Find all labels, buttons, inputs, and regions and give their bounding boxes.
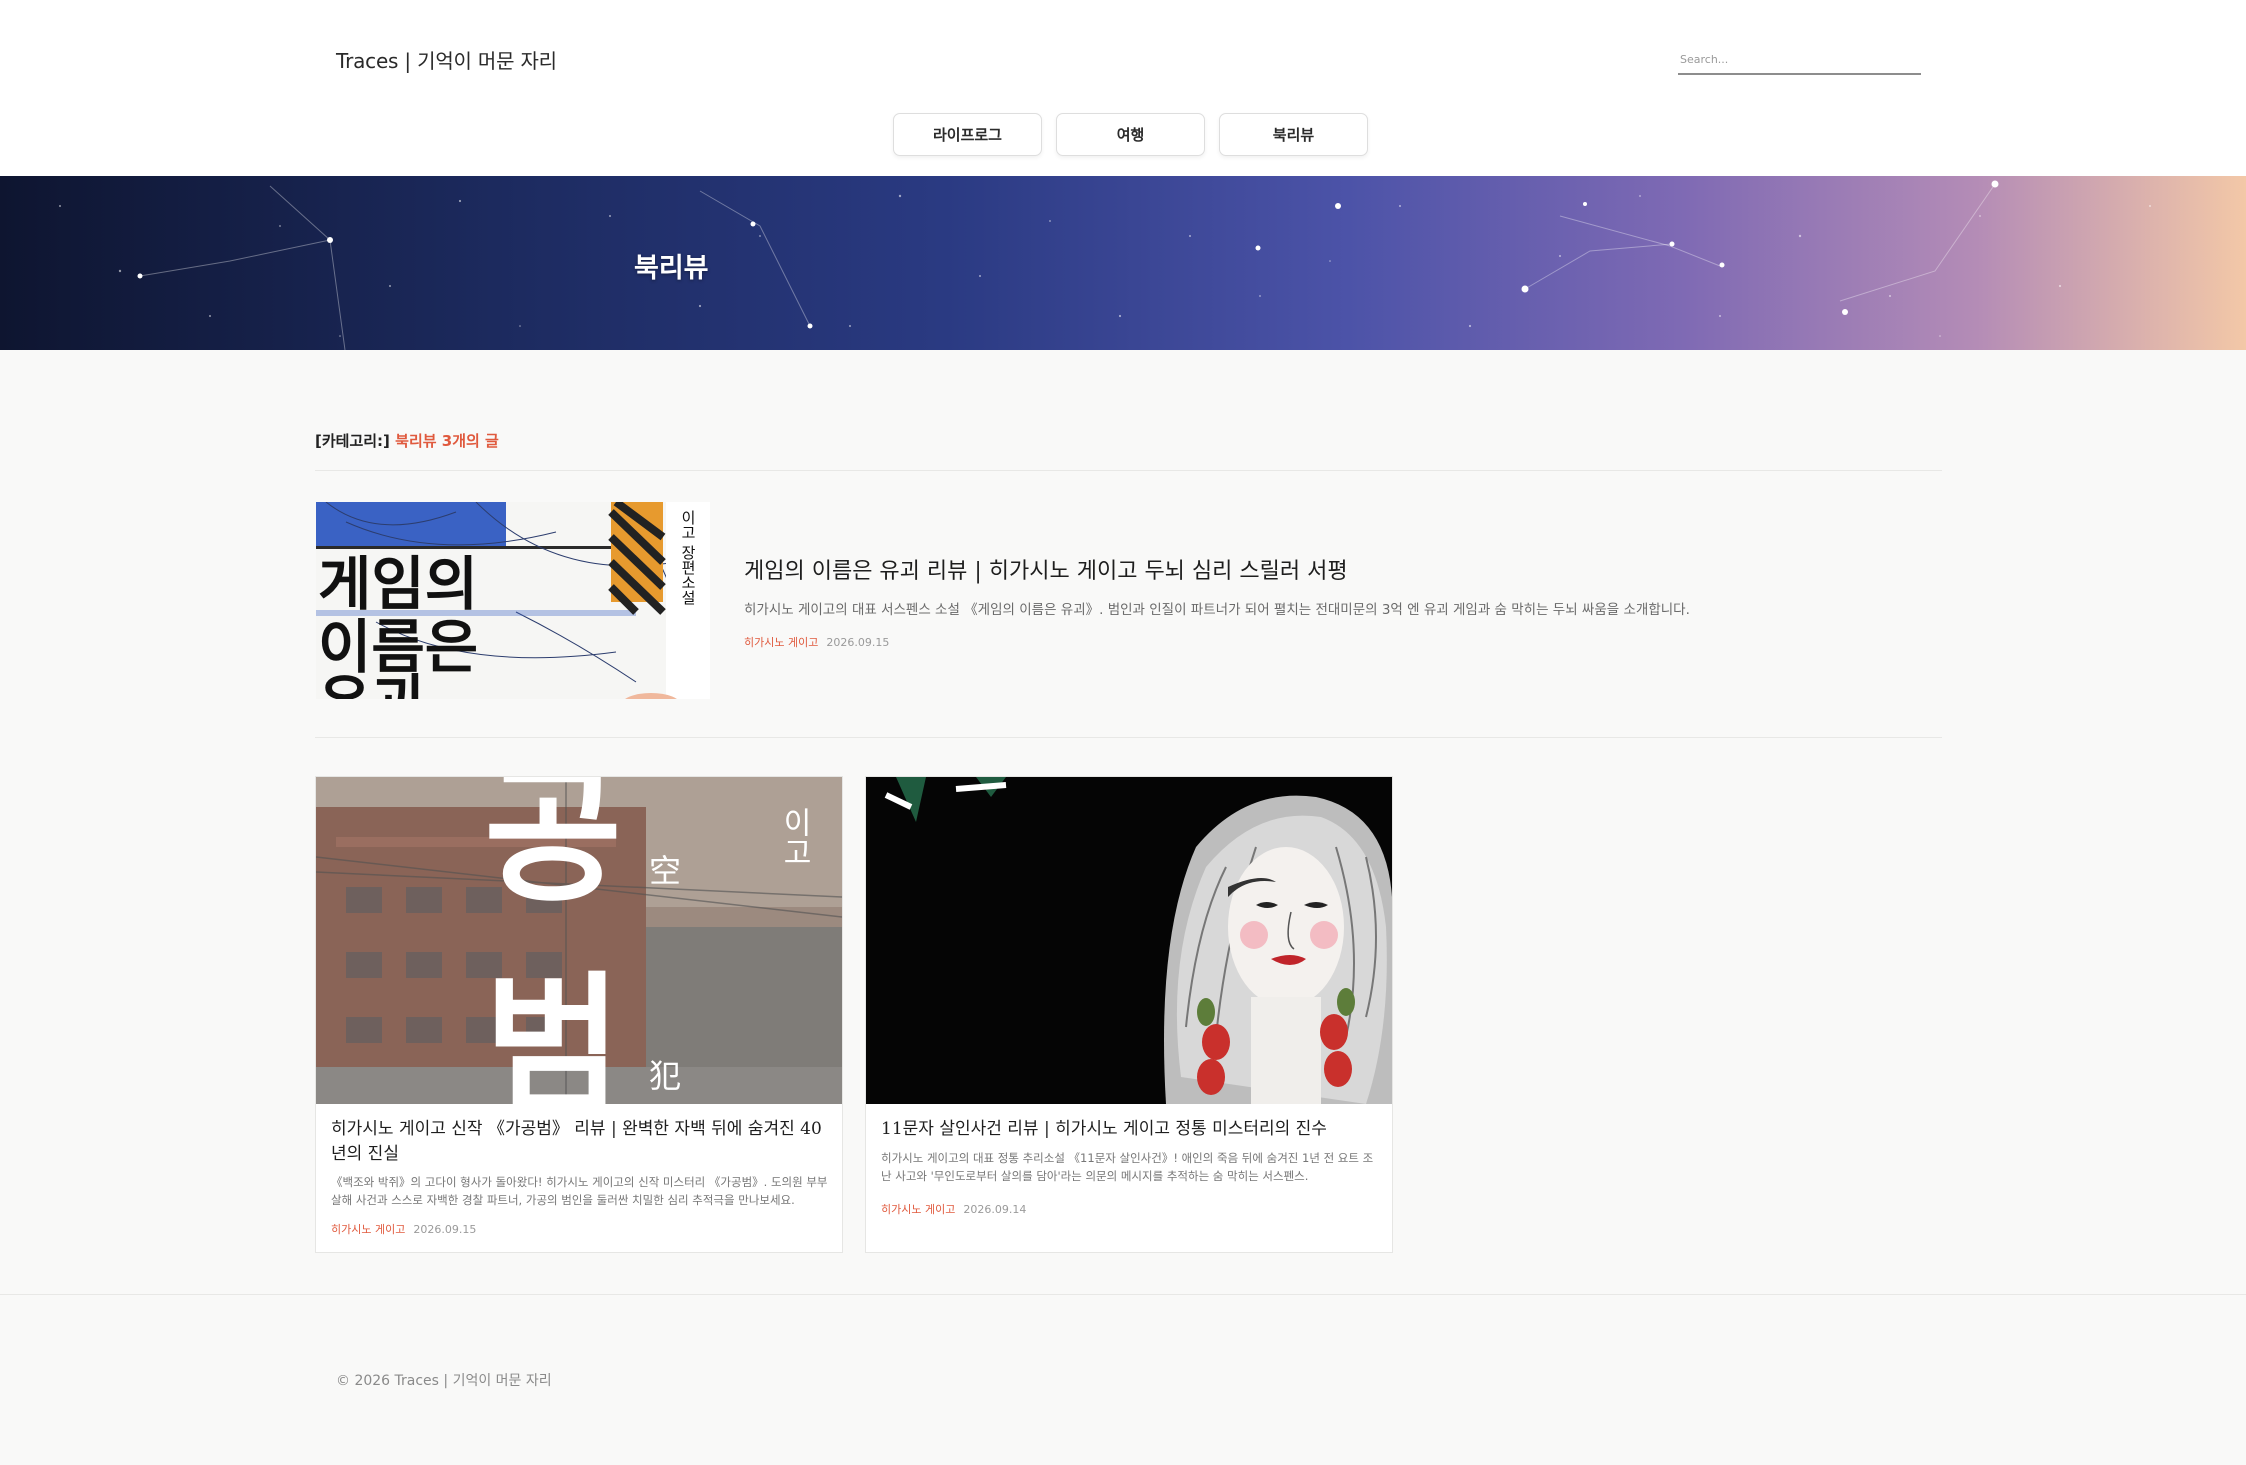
search-input[interactable] xyxy=(1678,46,1921,75)
book-cover-image: 공 범 空 犯 이고 xyxy=(316,777,842,1104)
post-excerpt: 히가시노 게이고의 대표 정통 추리소설 《11문자 살인사건》! 애인의 죽음… xyxy=(881,1151,1374,1183)
category-heading: [카테고리:] 북리뷰 3개의 글 xyxy=(315,430,499,451)
book-cover-image xyxy=(866,777,1392,1104)
divider xyxy=(315,737,1942,738)
post-date: 2026.09.15 xyxy=(826,636,890,649)
post-title[interactable]: 11문자 살인사건 리뷰 | 히가시노 게이고 정통 미스터리의 진수 xyxy=(881,1117,1381,1142)
post-excerpt: 《백조와 박쥐》의 고다이 형사가 돌아왔다! 히가시노 게이고의 신작 미스터… xyxy=(331,1175,828,1207)
post-card[interactable]: 11문자 살인사건 리뷰 | 히가시노 게이고 정통 미스터리의 진수 히가시노… xyxy=(865,776,1393,1253)
post-author[interactable]: 히가시노 게이고 xyxy=(881,1203,955,1216)
cover-big-char-1: 공 xyxy=(484,777,622,923)
footer-divider xyxy=(0,1294,2246,1295)
book-cover-image: 게임의 이름은 유괴 이고 장편소설 xyxy=(316,502,710,699)
nav-item-lifelog[interactable]: 라이프로그 xyxy=(893,113,1042,156)
post-author[interactable]: 히가시노 게이고 xyxy=(331,1223,405,1236)
post-date: 2026.09.14 xyxy=(963,1203,1027,1216)
category-banner: 북리뷰 xyxy=(0,176,2246,350)
post-meta: 히가시노 게이고 2026.09.15 xyxy=(744,634,889,650)
banner-title: 북리뷰 xyxy=(634,253,709,284)
post-excerpt: 히가시노 게이고의 대표 서스펜스 소설 《게임의 이름은 유괴》. 범인과 인… xyxy=(744,602,1690,618)
cover-small-char-2: 犯 xyxy=(649,1057,681,1095)
cover-vertical-text: 이고 장편소설 xyxy=(679,510,697,605)
site-title[interactable]: Traces | 기억이 머문 자리 xyxy=(336,45,557,74)
post-meta: 히가시노 게이고 2026.09.14 xyxy=(881,1201,1026,1217)
site-header: Traces | 기억이 머문 자리 라이프로그 여행 북리뷰 xyxy=(0,0,2246,176)
starfield-background xyxy=(59,180,2151,350)
post-title[interactable]: 게임의 이름은 유괴 리뷰 | 히가시노 게이고 두뇌 심리 스릴러 서평 xyxy=(744,553,1348,585)
post-thumbnail[interactable]: 공 범 空 犯 이고 xyxy=(316,777,842,1104)
nav-item-book-review[interactable]: 북리뷰 xyxy=(1219,113,1368,156)
post-card[interactable]: 공 범 空 犯 이고 히가시노 게이고 신작 《가공범》 리뷰 | 완벽한 자백… xyxy=(315,776,843,1253)
post-title[interactable]: 히가시노 게이고 신작 《가공범》 리뷰 | 완벽한 자백 뒤에 숨겨진 40년… xyxy=(331,1117,831,1167)
post-thumbnail[interactable] xyxy=(866,777,1392,1104)
post-thumbnail[interactable]: 게임의 이름은 유괴 이고 장편소설 xyxy=(316,502,710,699)
post-date: 2026.09.15 xyxy=(413,1223,477,1236)
cover-title-line3: 유괴 xyxy=(318,668,425,699)
divider xyxy=(315,470,1942,471)
cover-corner-text: 이고 xyxy=(777,807,812,867)
category-prefix: [카테고리:] xyxy=(315,432,390,450)
cover-title-line1: 게임의 xyxy=(318,550,478,618)
nav-item-travel[interactable]: 여행 xyxy=(1056,113,1205,156)
post-meta: 히가시노 게이고 2026.09.15 xyxy=(331,1221,476,1237)
footer-copyright: © 2026 Traces | 기억이 머문 자리 xyxy=(336,1373,552,1389)
main-nav: 라이프로그 여행 북리뷰 xyxy=(893,113,1368,156)
post-author[interactable]: 히가시노 게이고 xyxy=(744,636,818,649)
category-name-count: 북리뷰 3개의 글 xyxy=(395,432,499,450)
cover-big-char-2: 범 xyxy=(484,959,622,1104)
cover-small-char-1: 空 xyxy=(649,852,681,890)
